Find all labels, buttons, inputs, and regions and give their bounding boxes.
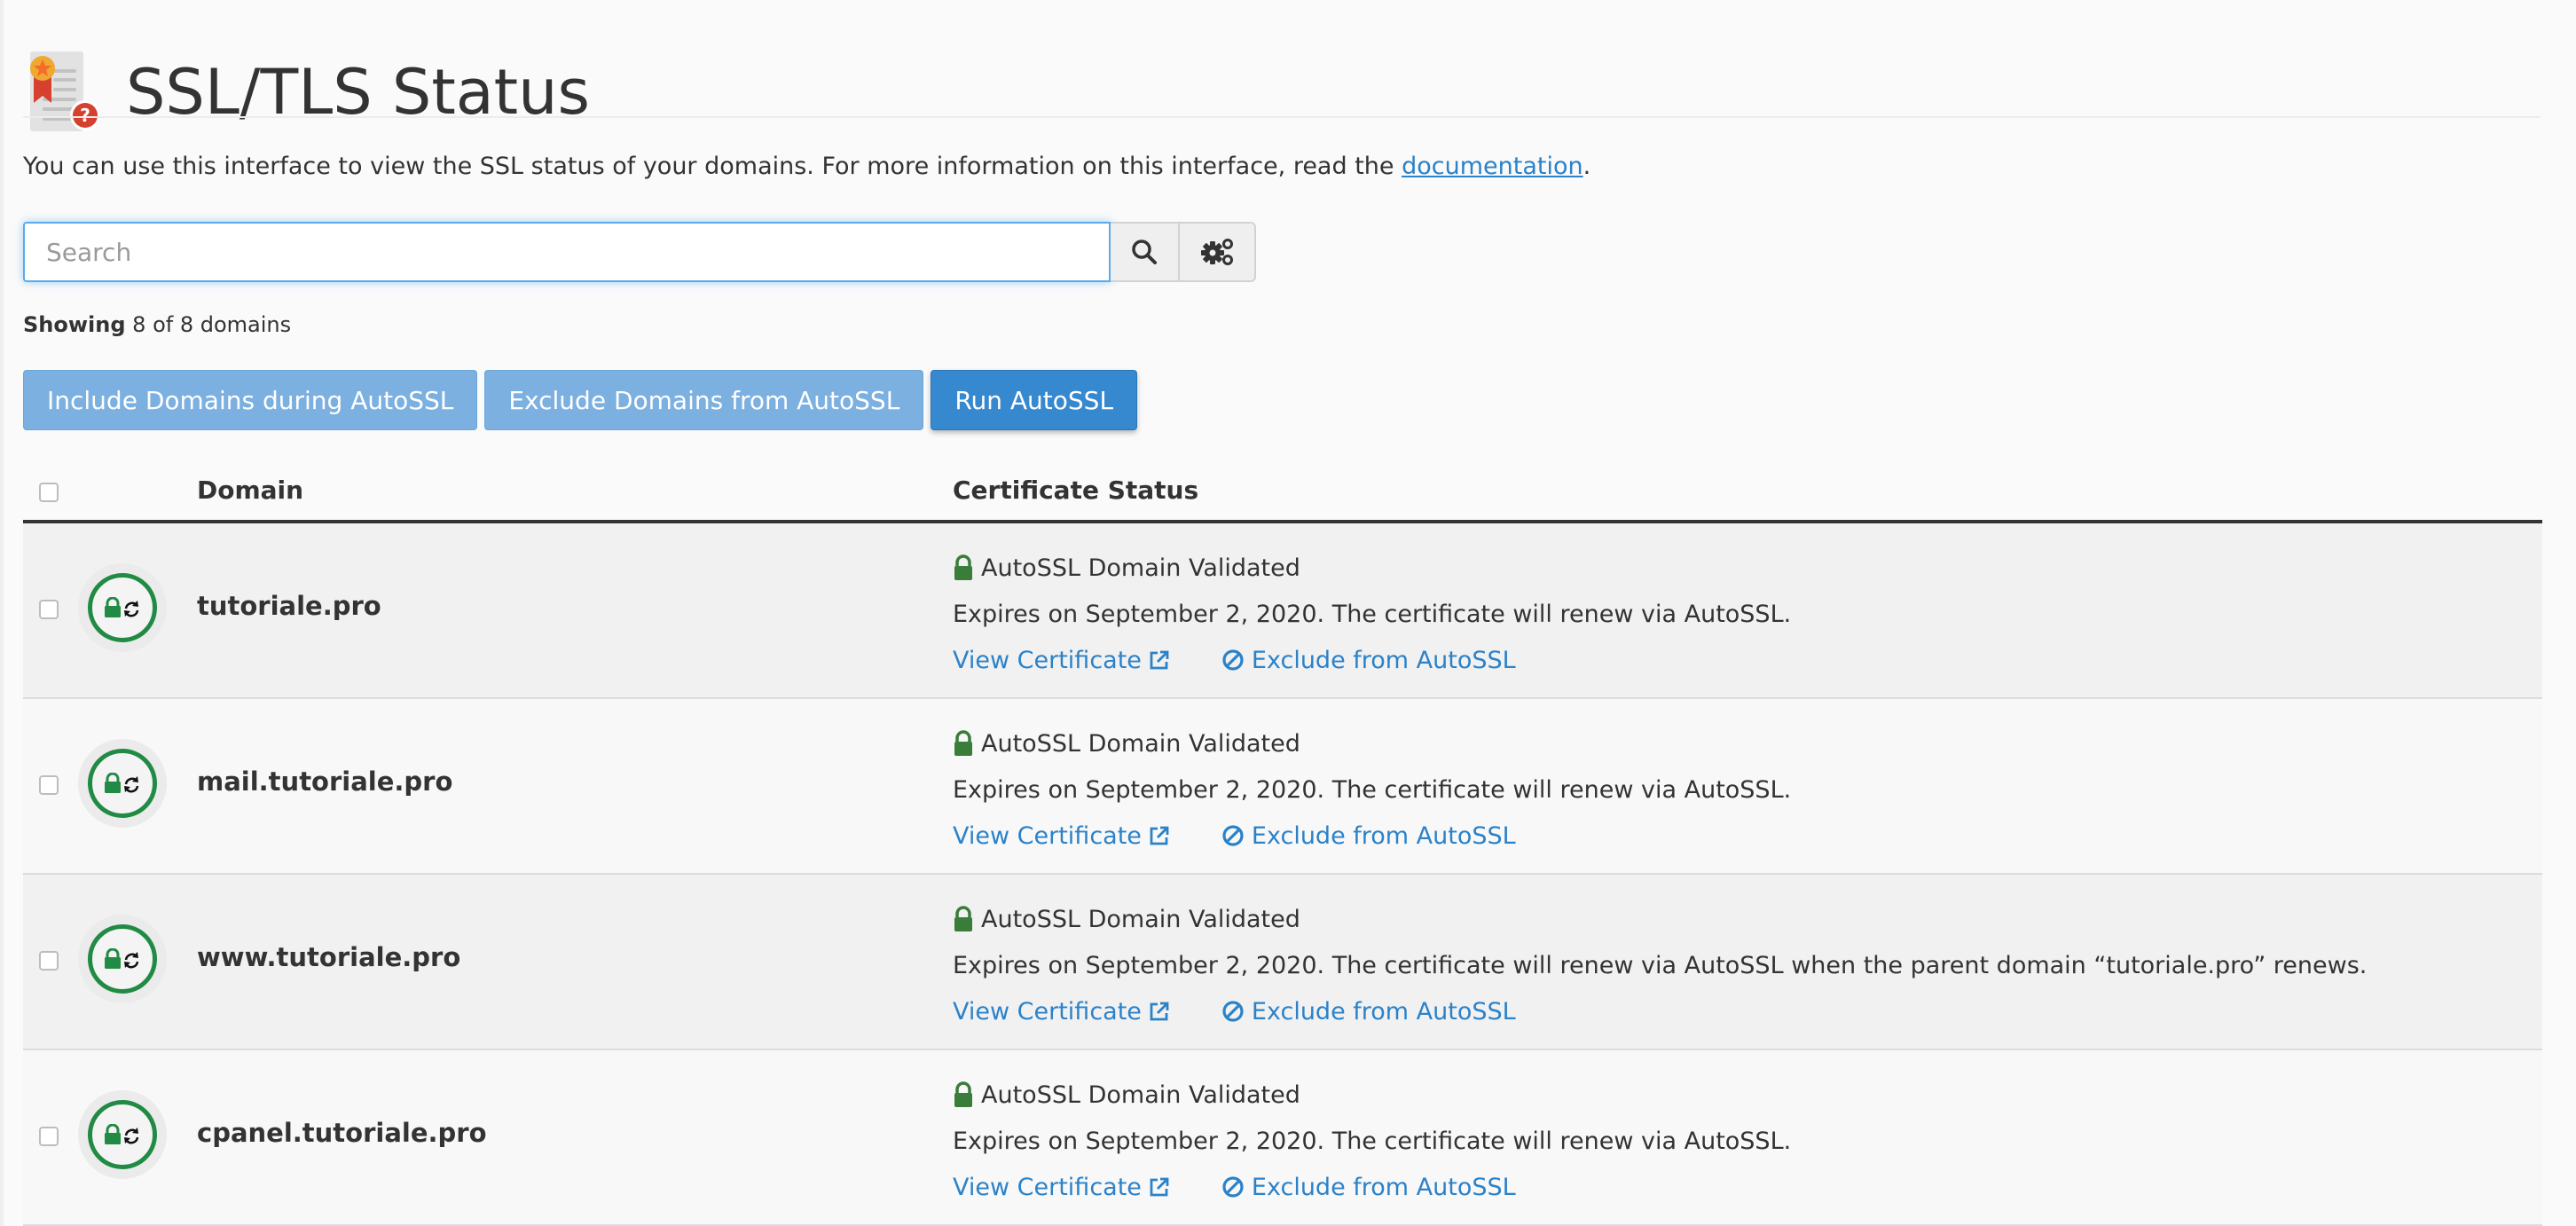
row-links: View Certificate Exclude from AutoSSL (953, 637, 1791, 683)
domains-table: Domain Certificate Status tutoriale.pro (23, 461, 2542, 1226)
exclude-from-autossl-link[interactable]: Exclude from AutoSSL (1221, 1174, 1516, 1201)
ssl-status-badge (78, 1090, 167, 1179)
external-link-icon (1150, 826, 1169, 845)
select-all-checkbox[interactable] (39, 483, 59, 502)
row-links: View Certificate Exclude from AutoSSL (953, 1164, 1791, 1210)
view-certificate-label: View Certificate (953, 1173, 1142, 1201)
column-domain: Domain (197, 475, 304, 505)
ssl-status-badge (78, 739, 167, 828)
expiry-text: Expires on September 2, 2020. The certif… (953, 951, 2368, 979)
lock-icon (954, 730, 972, 756)
status-text: AutoSSL Domain Validated (981, 1081, 1300, 1109)
view-certificate-label: View Certificate (953, 646, 1142, 674)
page-header: ? SSL/TLS Status (27, 14, 590, 170)
status-line: AutoSSL Domain Validated (953, 896, 2367, 942)
svg-text:?: ? (80, 105, 90, 126)
gears-icon (1201, 239, 1233, 265)
row-checkbox[interactable] (39, 600, 59, 619)
table-header: Domain Certificate Status (23, 461, 2542, 523)
expiry-text: Expires on September 2, 2020. The certif… (953, 775, 1792, 804)
status-text: AutoSSL Domain Validated (981, 905, 1300, 933)
search-icon (1132, 240, 1157, 264)
view-certificate-link[interactable]: View Certificate (953, 647, 1170, 674)
autossl-validated-icon (88, 573, 157, 642)
certificate-status: AutoSSL Domain Validated Expires on Sept… (953, 1072, 1791, 1210)
search-settings-button[interactable] (1180, 222, 1256, 282)
exclude-from-autossl-label: Exclude from AutoSSL (1251, 1173, 1516, 1201)
certificate-status: AutoSSL Domain Validated Expires on Sept… (953, 720, 1791, 859)
view-certificate-link[interactable]: View Certificate (953, 822, 1170, 850)
external-link-icon (1150, 1177, 1169, 1197)
lock-icon (954, 554, 972, 580)
include-domains-button[interactable]: Include Domains during AutoSSL (23, 370, 478, 430)
table-body: tutoriale.pro AutoSSL Domain Validated E… (23, 523, 2542, 1226)
status-text: AutoSSL Domain Validated (981, 554, 1300, 582)
external-link-icon (1150, 1002, 1169, 1021)
search-button[interactable] (1111, 222, 1180, 282)
status-line: AutoSSL Domain Validated (953, 1072, 1791, 1118)
showing-text: 8 of 8 domains (132, 312, 292, 337)
ban-icon (1222, 825, 1244, 846)
exclude-from-autossl-link[interactable]: Exclude from AutoSSL (1221, 998, 1516, 1026)
left-strip (0, 0, 4, 1226)
run-autossl-button[interactable]: Run AutoSSL (931, 370, 1138, 430)
autossl-validated-icon (88, 1100, 157, 1169)
autossl-validated-icon (88, 924, 157, 994)
exclude-from-autossl-label: Exclude from AutoSSL (1251, 997, 1516, 1026)
expiry-text: Expires on September 2, 2020. The certif… (953, 600, 1792, 628)
view-certificate-label: View Certificate (953, 997, 1142, 1026)
autossl-validated-icon (88, 749, 157, 818)
view-certificate-label: View Certificate (953, 821, 1142, 850)
ban-icon (1222, 1001, 1244, 1022)
domain-name: tutoriale.pro (197, 591, 381, 621)
page-description: You can use this interface to view the S… (23, 153, 1590, 180)
exclude-from-autossl-label: Exclude from AutoSSL (1251, 646, 1516, 674)
status-line: AutoSSL Domain Validated (953, 720, 1791, 766)
exclude-domains-button[interactable]: Exclude Domains from AutoSSL (484, 370, 924, 430)
description-suffix: . (1583, 153, 1591, 180)
action-buttons: Include Domains during AutoSSL Exclude D… (23, 370, 1138, 430)
column-certificate-status: Certificate Status (953, 475, 1199, 505)
table-row: cpanel.tutoriale.pro AutoSSL Domain Vali… (23, 1050, 2542, 1226)
table-row: tutoriale.pro AutoSSL Domain Validated E… (23, 523, 2542, 699)
ban-icon (1222, 649, 1244, 671)
row-links: View Certificate Exclude from AutoSSL (953, 988, 2367, 1034)
row-checkbox[interactable] (39, 1127, 59, 1146)
certificate-status: AutoSSL Domain Validated Expires on Sept… (953, 896, 2367, 1034)
header-divider (23, 116, 2541, 118)
domain-name: mail.tutoriale.pro (197, 766, 453, 797)
certificate-status: AutoSSL Domain Validated Expires on Sept… (953, 545, 1791, 683)
view-certificate-link[interactable]: View Certificate (953, 1174, 1170, 1201)
ssl-status-badge (78, 563, 167, 652)
ssl-certificate-question-icon: ? (27, 50, 105, 135)
showing-count: Showing 8 of 8 domains (23, 312, 291, 337)
row-checkbox[interactable] (39, 951, 59, 971)
expiry-text: Expires on September 2, 2020. The certif… (953, 1127, 1792, 1155)
lock-icon (954, 906, 972, 931)
exclude-from-autossl-label: Exclude from AutoSSL (1251, 821, 1516, 850)
documentation-link[interactable]: documentation (1402, 153, 1583, 180)
lock-icon (954, 1081, 972, 1107)
exclude-from-autossl-link[interactable]: Exclude from AutoSSL (1221, 822, 1516, 850)
showing-label: Showing (23, 312, 126, 337)
external-link-icon (1150, 650, 1169, 670)
search-input[interactable] (23, 222, 1111, 282)
ban-icon (1222, 1176, 1244, 1198)
status-line: AutoSSL Domain Validated (953, 545, 1791, 591)
domain-name: www.tutoriale.pro (197, 942, 461, 972)
row-links: View Certificate Exclude from AutoSSL (953, 813, 1791, 859)
status-text: AutoSSL Domain Validated (981, 729, 1300, 758)
domain-name: cpanel.tutoriale.pro (197, 1118, 487, 1148)
exclude-from-autossl-link[interactable]: Exclude from AutoSSL (1221, 647, 1516, 674)
row-checkbox[interactable] (39, 775, 59, 795)
ssl-status-badge (78, 915, 167, 1003)
view-certificate-link[interactable]: View Certificate (953, 998, 1170, 1026)
table-row: mail.tutoriale.pro AutoSSL Domain Valida… (23, 699, 2542, 875)
description-text: You can use this interface to view the S… (23, 153, 1402, 180)
search-bar (23, 222, 1256, 282)
table-row: www.tutoriale.pro AutoSSL Domain Validat… (23, 875, 2542, 1050)
